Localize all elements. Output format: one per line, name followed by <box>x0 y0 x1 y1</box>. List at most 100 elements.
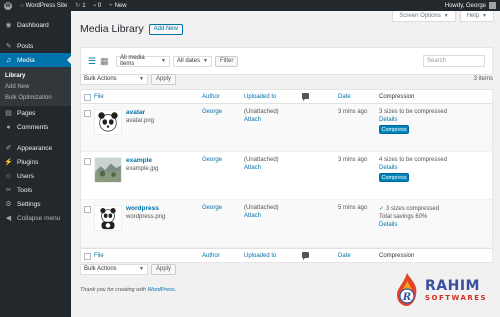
settings-icon: ⚙ <box>5 201 12 208</box>
list-view-icon[interactable]: ☰ <box>88 56 97 66</box>
table-row: wordpress wordpress.png George (Unattach… <box>81 200 492 248</box>
sidebar-item-appearance[interactable]: ✐ Appearance <box>0 141 71 155</box>
uploaded-to-status: (Unattached) <box>244 157 279 163</box>
comment-bubble-icon: ▪ <box>93 2 96 9</box>
sidebar-item-label: Settings <box>17 200 41 208</box>
updates-count: 1 <box>82 2 86 9</box>
new-content-link[interactable]: + New <box>105 0 131 11</box>
bulk-actions-value: Bulk Actions <box>84 76 117 82</box>
media-type-select[interactable]: All media items ▼ <box>116 55 170 67</box>
sidebar-item-media[interactable]: ♫ Media <box>0 53 71 67</box>
apply-button[interactable]: Apply <box>151 263 177 275</box>
date-filter-select[interactable]: All dates ▼ <box>173 55 212 67</box>
select-all-checkbox[interactable] <box>84 93 91 101</box>
details-link[interactable]: Details <box>379 117 397 123</box>
wp-logo-menu[interactable]: W <box>0 0 16 11</box>
add-new-button[interactable]: Add New <box>148 23 183 35</box>
items-count: 3 items <box>473 76 493 82</box>
compress-button[interactable]: Compress <box>379 125 409 134</box>
sidebar-item-settings[interactable]: ⚙ Settings <box>0 197 71 211</box>
bulk-actions-select[interactable]: Bulk Actions ▼ <box>80 263 148 275</box>
sidebar-item-tools[interactable]: ✂ Tools <box>0 183 71 197</box>
screen-options-toggle[interactable]: Screen Options ▼ <box>392 11 456 22</box>
row-checkbox[interactable] <box>84 206 91 213</box>
apply-button[interactable]: Apply <box>151 73 177 85</box>
row-checkbox[interactable] <box>84 158 91 165</box>
row-checkbox[interactable] <box>84 110 91 117</box>
submenu-bulk-optimization[interactable]: Bulk Optimization <box>0 92 71 103</box>
sidebar-item-plugins[interactable]: ⚡ Plugins <box>0 155 71 169</box>
upload-date: 3 mins ago <box>338 109 368 115</box>
comments-count: 0 <box>97 2 102 9</box>
column-author[interactable]: Author <box>202 94 220 100</box>
wordpress-link[interactable]: WordPress <box>148 287 175 293</box>
chevron-down-icon: ▼ <box>482 13 487 19</box>
plus-icon: + <box>109 2 113 9</box>
column-date[interactable]: Date <box>338 253 351 259</box>
brush-icon: ✐ <box>5 145 12 152</box>
landscape-thumbnail[interactable] <box>94 157 122 183</box>
bulk-actions-select[interactable]: Bulk Actions ▼ <box>80 73 148 85</box>
column-file[interactable]: File <box>94 253 104 259</box>
column-uploaded-to[interactable]: Uploaded to <box>244 253 276 259</box>
flame-logo-icon: R <box>397 273 417 306</box>
compress-button[interactable]: Compress <box>379 173 409 182</box>
sidebar-item-posts[interactable]: ✎ Posts <box>0 39 71 53</box>
submenu-library[interactable]: Library <box>0 70 71 81</box>
search-input[interactable]: Search <box>423 55 485 67</box>
sidebar-item-pages[interactable]: ▤ Pages <box>0 106 71 120</box>
file-title-link[interactable]: example <box>126 157 158 164</box>
updates-link[interactable]: ↻ 1 <box>71 0 89 11</box>
attach-link[interactable]: Attach <box>244 213 261 219</box>
table-row: example example.jpg George (Unattached) … <box>81 152 492 200</box>
attach-link[interactable]: Attach <box>244 117 261 123</box>
submenu-add-new[interactable]: Add New <box>0 81 71 92</box>
compression-status: 3 sizes compressed <box>386 206 440 212</box>
collapse-menu-button[interactable]: ◀ Collapse menu <box>0 211 71 225</box>
media-filter-bar: ☰ ▦ All media items ▼ All dates ▼ Filter… <box>80 47 493 75</box>
footer-suffix: . <box>174 287 177 293</box>
author-link[interactable]: George <box>202 109 222 115</box>
sidebar-item-label: Comments <box>17 123 49 131</box>
details-link[interactable]: Details <box>379 165 397 171</box>
column-uploaded-to[interactable]: Uploaded to <box>244 94 276 100</box>
panda-avatar-thumbnail[interactable] <box>94 109 122 135</box>
column-author[interactable]: Author <box>202 253 220 259</box>
table-row: avatar avatar.png George (Unattached) At… <box>81 104 492 152</box>
users-icon: ☺ <box>4 172 13 180</box>
watermark-subtitle: SOFTWARES <box>425 293 488 302</box>
grid-view-icon[interactable]: ▦ <box>100 56 109 66</box>
media-icon: ♫ <box>5 56 12 64</box>
column-date[interactable]: Date <box>338 94 351 100</box>
my-account-link[interactable]: Howdy, George <box>441 0 500 11</box>
sidebar-item-dashboard[interactable]: ◉ Dashboard <box>0 18 71 32</box>
sidebar-item-label: Media <box>17 56 35 64</box>
footer-credit: Thank you for creating with WordPress. <box>80 287 176 293</box>
comment-bubble-icon[interactable] <box>302 251 309 260</box>
wordpress-logo-icon: W <box>4 1 12 10</box>
wordpress-panda-thumbnail[interactable] <box>94 205 122 231</box>
column-file[interactable]: File <box>94 94 104 100</box>
comments-link[interactable]: ▪ 0 <box>90 0 105 11</box>
date-filter-value: All dates <box>177 58 201 64</box>
file-title-link[interactable]: avatar <box>126 109 154 116</box>
footer-prefix: Thank you for creating with <box>80 287 148 293</box>
watermark-title: RAHIM <box>425 277 480 294</box>
select-all-checkbox[interactable] <box>84 252 91 260</box>
chevron-down-icon: ▼ <box>161 58 166 64</box>
file-title-link[interactable]: wordpress <box>126 205 165 212</box>
bulk-actions-value: Bulk Actions <box>84 266 117 272</box>
filter-button[interactable]: Filter <box>215 55 239 67</box>
sidebar-item-label: Pages <box>17 109 36 117</box>
column-compression: Compression <box>379 93 415 100</box>
help-toggle[interactable]: Help ▼ <box>459 11 494 22</box>
sidebar-item-label: Appearance <box>17 144 53 152</box>
author-link[interactable]: George <box>202 205 222 211</box>
sidebar-item-comments[interactable]: ● Comments <box>0 120 71 134</box>
attach-link[interactable]: Attach <box>244 165 261 171</box>
details-link[interactable]: Details <box>379 222 397 228</box>
author-link[interactable]: George <box>202 157 222 163</box>
comment-bubble-icon[interactable] <box>302 92 309 101</box>
site-name-link[interactable]: ⌂ WordPress Site <box>16 0 71 11</box>
sidebar-item-users[interactable]: ☺ Users <box>0 169 71 183</box>
